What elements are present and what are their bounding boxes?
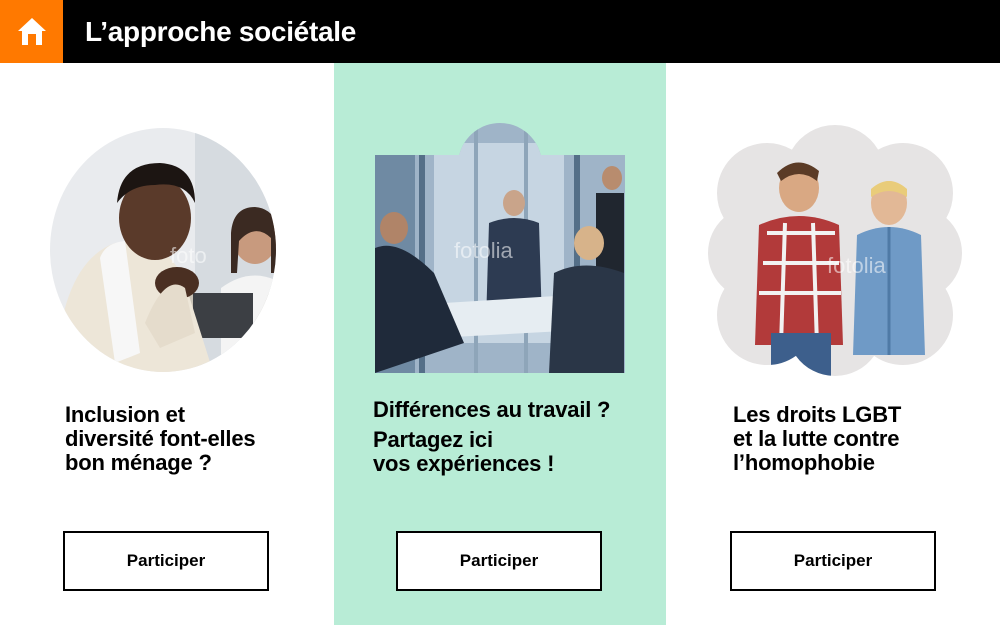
card-inclusion: foto Inclusion et diversité font-elles b…: [0, 63, 333, 625]
top-bar: L’approche sociétale: [0, 0, 1000, 63]
home-button[interactable]: [0, 0, 63, 63]
meeting-photo: fotolia: [375, 123, 625, 373]
card-title-1: Inclusion et diversité font-elles bon mé…: [65, 402, 256, 475]
card-differences: fotolia Différences au travail ? Partage…: [334, 63, 666, 625]
inclusion-photo: foto: [50, 128, 276, 372]
card-title-3-line2: et la lutte contre: [733, 426, 900, 451]
card-title-2: Différences au travail ? Partagez ici vo…: [373, 398, 610, 476]
page-title: L’approche sociétale: [85, 16, 356, 47]
watermark-text: fotolia: [827, 253, 886, 278]
card-title-3-line3: l’homophobie: [733, 450, 875, 475]
card-title-2-line1: Différences au travail ?: [373, 397, 611, 422]
participer-button-1[interactable]: Participer: [63, 531, 269, 591]
home-icon: [17, 17, 46, 45]
lgbt-photo: fotolia: [708, 125, 962, 376]
watermark-text: foto: [170, 243, 207, 268]
watermark-text: fotolia: [454, 238, 513, 263]
card-title-1-line2: diversité font-elles: [65, 426, 256, 451]
card-title-2-line2: Partagez ici: [373, 427, 493, 452]
participer-button-3[interactable]: Participer: [730, 531, 936, 591]
participer-button-2[interactable]: Participer: [396, 531, 602, 591]
card-lgbt: fotolia Les droits LGBT et la lutte cont…: [667, 63, 1000, 625]
card-title-2-line3: vos expériences !: [373, 451, 555, 476]
card-title-1-line3: bon ménage ?: [65, 450, 212, 475]
card-title-3: Les droits LGBT et la lutte contre l’hom…: [733, 403, 901, 475]
card-title-3-line1: Les droits LGBT: [733, 402, 902, 427]
card-title-1-line1: Inclusion et: [65, 402, 185, 427]
